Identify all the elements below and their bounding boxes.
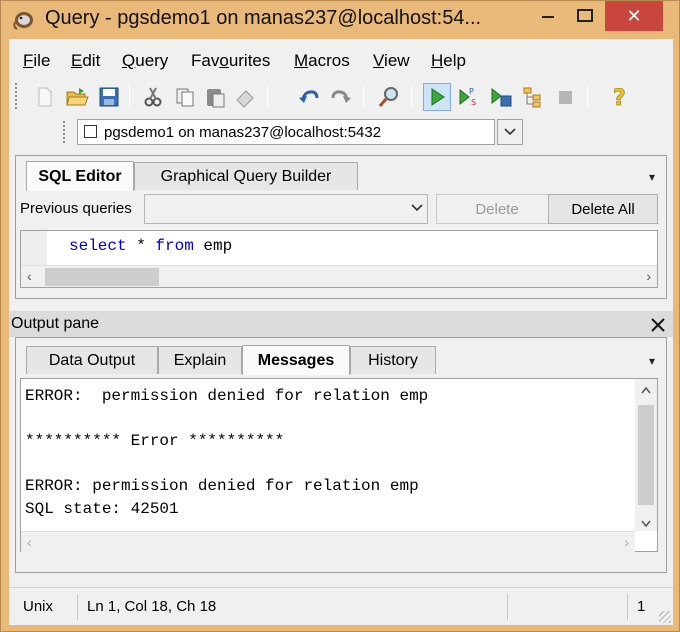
scroll-thumb[interactable] bbox=[638, 405, 654, 505]
cut-icon[interactable] bbox=[139, 83, 167, 111]
paste-icon[interactable] bbox=[201, 83, 229, 111]
tab-explain[interactable]: Explain bbox=[158, 346, 242, 374]
query-window: Query - pgsdemo1 on manas237@localhost:5… bbox=[0, 0, 680, 632]
scroll-down-icon[interactable] bbox=[641, 515, 651, 531]
status-separator bbox=[77, 594, 78, 620]
previous-queries-combo[interactable] bbox=[144, 194, 428, 224]
scroll-thumb[interactable] bbox=[45, 268, 159, 286]
sql-panel: SQL Editor Graphical Query Builder ▾ Pre… bbox=[15, 155, 667, 299]
close-icon[interactable] bbox=[651, 311, 665, 338]
scroll-right-icon[interactable]: › bbox=[624, 534, 629, 550]
toolbar-separator bbox=[411, 85, 412, 109]
tab-messages[interactable]: Messages bbox=[242, 345, 350, 375]
undo-icon[interactable] bbox=[295, 83, 323, 111]
main-toolbar: PS ? bbox=[9, 79, 673, 115]
svg-text:P: P bbox=[469, 87, 474, 96]
output-panel: Data Output Explain Messages History ▾ E… bbox=[15, 337, 667, 573]
tab-list-menu-icon[interactable]: ▾ bbox=[644, 170, 660, 186]
menu-query[interactable]: Query bbox=[122, 51, 168, 71]
connection-checkbox[interactable] bbox=[84, 125, 97, 138]
explain-icon[interactable] bbox=[519, 83, 547, 111]
window-title: Query - pgsdemo1 on manas237@localhost:5… bbox=[45, 7, 482, 29]
find-icon[interactable] bbox=[375, 83, 403, 111]
title-bar[interactable]: Query - pgsdemo1 on manas237@localhost:5… bbox=[1, 1, 679, 39]
open-folder-icon[interactable] bbox=[63, 83, 91, 111]
menu-favourites[interactable]: Favourites bbox=[191, 51, 270, 71]
pgadmin-elephant-icon bbox=[11, 9, 35, 31]
status-count: 1 bbox=[637, 598, 646, 615]
tab-history[interactable]: History bbox=[350, 346, 436, 374]
svg-text:S: S bbox=[471, 98, 476, 107]
delete-all-button[interactable]: Delete All bbox=[548, 194, 658, 224]
execute-icon[interactable] bbox=[423, 83, 451, 111]
close-button[interactable]: ✕ bbox=[605, 1, 663, 31]
chevron-down-icon[interactable] bbox=[497, 119, 523, 145]
messages-vertical-scrollbar[interactable] bbox=[635, 379, 657, 531]
status-cursor-position: Ln 1, Col 18, Ch 18 bbox=[87, 598, 217, 615]
status-separator bbox=[627, 594, 628, 620]
status-bar: Unix Ln 1, Col 18, Ch 18 1 bbox=[9, 587, 673, 625]
toolbar-separator bbox=[363, 85, 364, 109]
toolbar-separator bbox=[129, 85, 130, 109]
scroll-left-icon[interactable]: ‹ bbox=[27, 534, 32, 550]
delete-button[interactable]: Delete bbox=[436, 194, 558, 224]
status-line-endings: Unix bbox=[23, 598, 54, 615]
tab-graphical-query-builder[interactable]: Graphical Query Builder bbox=[134, 162, 358, 190]
toolbar-separator bbox=[267, 85, 268, 109]
toolbar-grip[interactable] bbox=[63, 121, 67, 143]
sql-editor[interactable]: select * from emp ‹ › bbox=[20, 230, 658, 288]
output-pane-header: Output pane bbox=[9, 311, 673, 337]
connection-value: pgsdemo1 on manas237@localhost:5432 bbox=[104, 124, 382, 141]
tab-data-output[interactable]: Data Output bbox=[26, 346, 158, 374]
output-tabs: Data Output Explain Messages History ▾ bbox=[20, 345, 664, 375]
output-pane-title: Output pane bbox=[11, 315, 100, 332]
tab-list-menu-icon[interactable]: ▾ bbox=[644, 354, 660, 370]
editor-gutter bbox=[21, 231, 47, 265]
chevron-down-icon[interactable] bbox=[411, 202, 423, 216]
minimize-button[interactable] bbox=[527, 1, 567, 31]
scroll-right-icon[interactable]: › bbox=[646, 268, 651, 284]
resize-grip[interactable] bbox=[659, 611, 671, 623]
copy-icon[interactable] bbox=[171, 83, 199, 111]
menu-macros[interactable]: Macros bbox=[294, 51, 350, 71]
menu-view[interactable]: View bbox=[373, 51, 410, 71]
save-icon[interactable] bbox=[95, 83, 123, 111]
execute-to-file-icon[interactable] bbox=[487, 83, 515, 111]
previous-queries-label: Previous queries bbox=[20, 200, 132, 217]
execute-pgscript-icon[interactable]: PS bbox=[455, 83, 483, 111]
maximize-button[interactable] bbox=[567, 1, 603, 31]
editor-horizontal-scrollbar[interactable]: ‹ › bbox=[21, 265, 657, 287]
sql-tabs: SQL Editor Graphical Query Builder ▾ bbox=[20, 161, 664, 191]
window-client: File Edit Query Favourites Macros View H… bbox=[9, 39, 673, 625]
svg-text:?: ? bbox=[613, 86, 626, 109]
help-icon[interactable]: ? bbox=[607, 83, 635, 111]
menu-edit[interactable]: Edit bbox=[71, 51, 100, 71]
messages-area[interactable]: ERROR: permission denied for relation em… bbox=[20, 378, 658, 553]
sql-code[interactable]: select * from emp bbox=[69, 237, 232, 255]
scroll-up-icon[interactable] bbox=[641, 381, 651, 397]
messages-horizontal-scrollbar[interactable]: ‹ › bbox=[21, 531, 635, 553]
menu-bar: File Edit Query Favourites Macros View H… bbox=[9, 49, 673, 73]
toolbar-grip[interactable] bbox=[15, 83, 19, 109]
connection-combo[interactable]: pgsdemo1 on manas237@localhost:5432 bbox=[77, 119, 495, 145]
redo-icon[interactable] bbox=[327, 83, 355, 111]
tab-sql-editor[interactable]: SQL Editor bbox=[26, 161, 134, 191]
menu-help[interactable]: Help bbox=[431, 51, 466, 71]
new-icon[interactable] bbox=[31, 83, 59, 111]
connection-toolbar: pgsdemo1 on manas237@localhost:5432 bbox=[59, 117, 529, 147]
menu-file[interactable]: File bbox=[23, 51, 50, 71]
scroll-left-icon[interactable]: ‹ bbox=[27, 268, 32, 284]
cancel-query-icon[interactable] bbox=[551, 83, 579, 111]
status-separator bbox=[507, 594, 508, 620]
messages-text: ERROR: permission denied for relation em… bbox=[25, 387, 429, 518]
clear-icon[interactable] bbox=[231, 83, 259, 111]
toolbar-separator bbox=[587, 85, 588, 109]
